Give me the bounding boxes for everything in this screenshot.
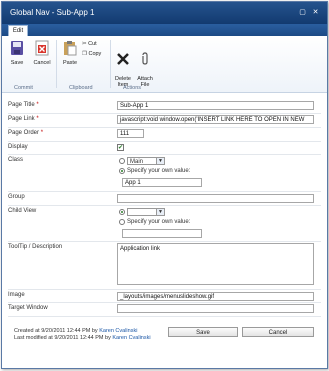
ribbon-separator: [56, 40, 57, 88]
tooltip-label: ToolTip / Description: [8, 244, 63, 250]
class-specify-label: Specify your own value:: [127, 168, 191, 174]
target-window-label: Target Window: [8, 305, 48, 311]
paste-label: Paste: [62, 60, 78, 66]
paperclip-icon: [135, 46, 155, 68]
page-order-label: Page Order *: [8, 130, 44, 136]
row-divider: [8, 241, 321, 242]
page-link-field[interactable]: javascript:void window.open('INSERT LINK…: [117, 115, 314, 124]
class-specify-radio[interactable]: [119, 168, 125, 174]
page-order-field[interactable]: 111: [117, 129, 144, 138]
class-choice-radio[interactable]: [119, 158, 125, 164]
paste-icon: [61, 40, 79, 58]
save-label: Save: [10, 60, 24, 66]
child-view-specify-label: Specify your own value:: [127, 219, 191, 225]
cancel-button[interactable]: Cancel: [31, 40, 53, 66]
ribbon-separator: [110, 40, 111, 88]
class-own-value-field[interactable]: App 1: [122, 178, 202, 187]
page-title-field[interactable]: Sub-App 1: [117, 101, 314, 110]
save-icon: [8, 40, 26, 58]
save-footer-button[interactable]: Save: [168, 327, 238, 337]
group-field[interactable]: [117, 194, 314, 203]
group-clipboard-label: Clipboard: [69, 85, 93, 91]
ribbon-tab-strip: [2, 24, 327, 36]
child-view-choice-radio[interactable]: [119, 209, 125, 215]
dialog-titlebar: Global Nav - Sub-App 1 ▢ ✕: [2, 2, 327, 24]
display-checkbox[interactable]: ✔: [117, 144, 124, 151]
row-divider: [8, 154, 321, 155]
modified-by-link[interactable]: Karen Cvalinski: [112, 335, 150, 341]
group-actions-label: Actions: [123, 85, 142, 91]
page-link-label: Page Link *: [8, 116, 39, 122]
ribbon: Save Cancel Commit Paste ✂ Cut ❐ Copy Cl…: [2, 36, 327, 93]
class-select[interactable]: Main ▼: [127, 157, 165, 165]
row-divider: [8, 127, 321, 128]
scissors-icon: ✂: [82, 41, 87, 47]
cut-label: Cut: [88, 41, 97, 47]
image-label: Image: [8, 292, 25, 298]
cut-button[interactable]: ✂ Cut: [82, 41, 108, 47]
created-info: Created at 9/20/2011 12:44 PM by Karen C…: [14, 328, 138, 334]
row-divider: [8, 205, 321, 206]
group-commit-label: Commit: [14, 85, 33, 91]
group-label: Group: [8, 194, 25, 200]
delete-icon: [113, 46, 133, 68]
row-divider: [8, 113, 321, 114]
child-view-label: Child View: [8, 208, 37, 214]
copy-icon: ❐: [82, 51, 87, 57]
row-divider: [8, 191, 321, 192]
tooltip-textarea[interactable]: Application link: [117, 243, 314, 285]
page-title-label: Page Title *: [8, 102, 39, 108]
cancel-icon: [31, 40, 53, 58]
class-label: Class: [8, 157, 24, 163]
edit-item-dialog: Global Nav - Sub-App 1 ▢ ✕ Edit Save Can…: [1, 1, 328, 369]
modified-info: Last modified at 9/20/2011 12:44 PM by K…: [14, 335, 151, 341]
cancel-label: Cancel: [33, 60, 51, 66]
maximize-icon[interactable]: ▢: [298, 8, 307, 17]
copy-label: Copy: [88, 51, 102, 57]
child-view-select[interactable]: ▼: [127, 208, 165, 216]
copy-button[interactable]: ❐ Copy: [82, 51, 108, 57]
paste-button[interactable]: Paste: [61, 40, 79, 66]
dialog-title: Global Nav - Sub-App 1: [10, 8, 95, 17]
row-divider: [8, 302, 321, 303]
row-divider: [8, 141, 321, 142]
row-divider: [8, 316, 321, 317]
row-divider: [8, 289, 321, 290]
chevron-down-icon: ▼: [156, 158, 164, 164]
image-field[interactable]: _layouts/images/menuslideshow.gif: [117, 292, 314, 301]
save-button[interactable]: Save: [8, 40, 26, 66]
child-view-specify-radio[interactable]: [119, 219, 125, 225]
child-view-own-value-field[interactable]: [122, 229, 202, 238]
target-window-field[interactable]: [117, 304, 314, 313]
chevron-down-icon: ▼: [156, 209, 164, 215]
close-icon[interactable]: ✕: [311, 8, 320, 17]
display-label: Display: [8, 144, 28, 150]
cancel-footer-button[interactable]: Cancel: [242, 327, 314, 337]
created-by-link[interactable]: Karen Cvalinski: [99, 328, 137, 334]
